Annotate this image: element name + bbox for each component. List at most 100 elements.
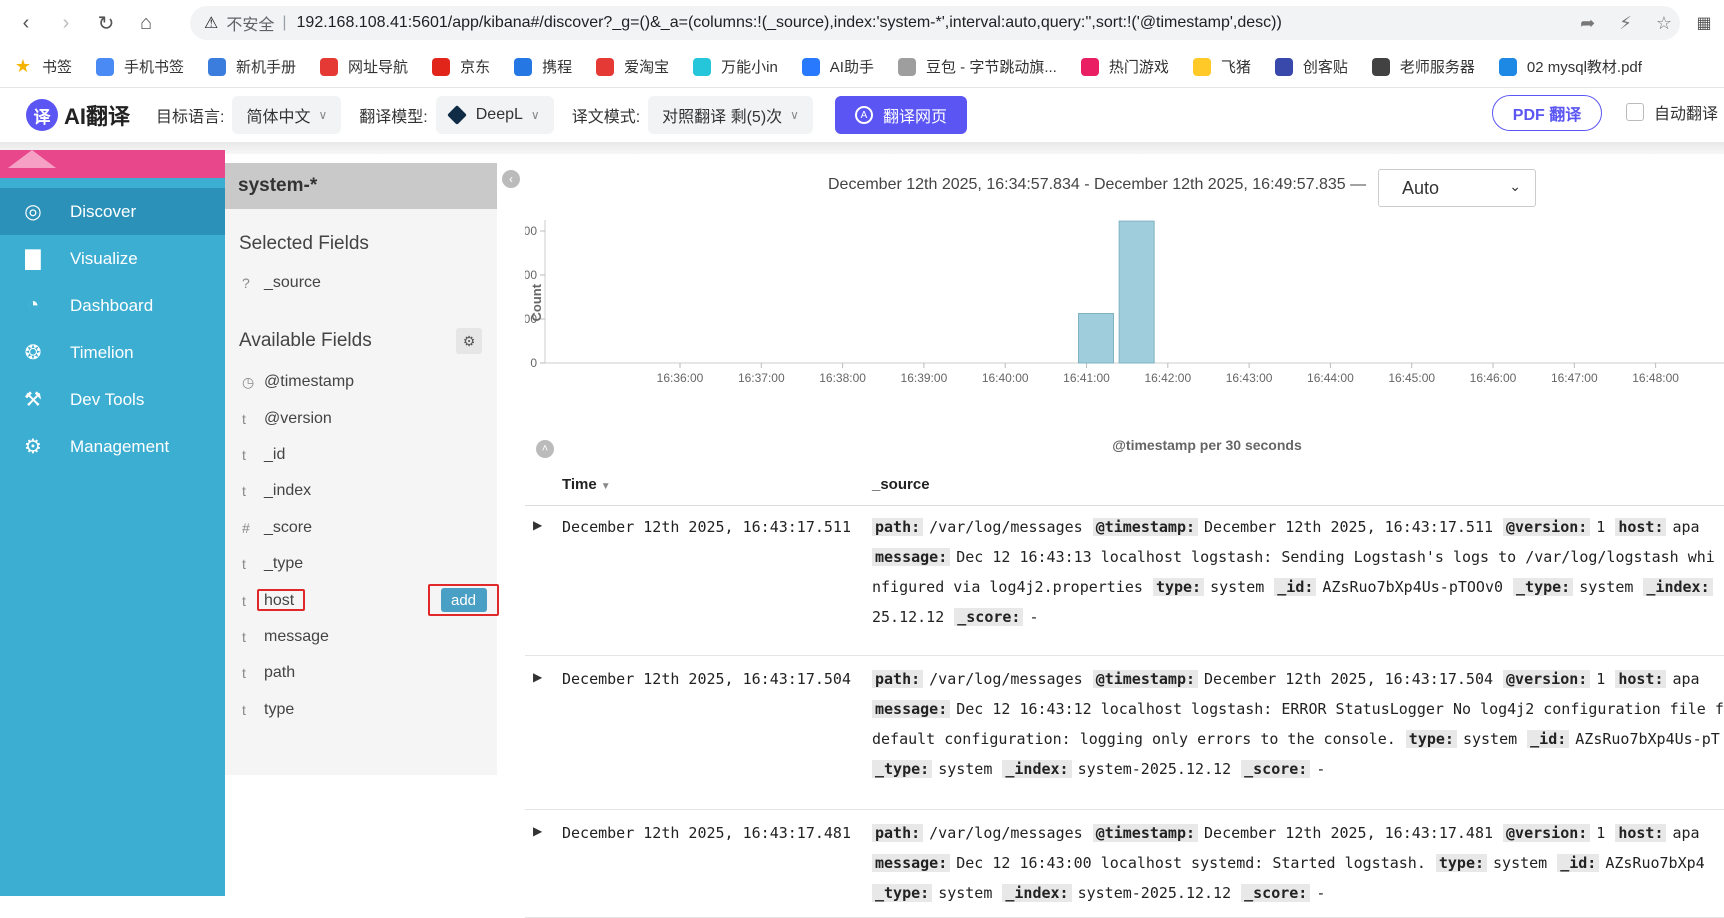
field-value: December 12th 2025, 16:43:17.511 [1204,518,1494,536]
address-bar[interactable]: ⚠ 不安全 | 192.168.108.41:5601/app/kibana#/… [190,6,1680,40]
field-item-id[interactable]: t _id [225,437,497,473]
pdf-translate-button[interactable]: PDF 翻译 [1492,95,1602,131]
histogram-bar[interactable] [1118,220,1155,364]
bookmark-item[interactable]: 爱淘宝 [596,56,669,77]
field-name: _id [264,445,286,463]
translator-logo: 译 AI翻译 [26,99,130,131]
x-tick-label: 16:45:00 [1388,371,1435,385]
field-item-source[interactable]: ? _source [225,263,497,303]
back-button[interactable]: ‹ [6,5,46,41]
bookmark-item[interactable]: 携程 [514,56,572,77]
expand-row-icon[interactable]: ▶ [533,824,542,838]
collapse-sidebar-icon[interactable]: ‹ [502,170,520,188]
bookmark-item[interactable]: 02 mysql教材.pdf [1498,56,1642,77]
forward-button[interactable]: › [46,5,86,41]
auto-translate-checkbox[interactable] [1626,103,1644,121]
histogram-bar[interactable] [1078,313,1114,364]
collapse-chart-icon[interactable]: ˄ [536,440,554,458]
nav-icon [320,57,339,76]
nav-item-dashboard[interactable]: ◔ Dashboard [0,282,225,329]
field-item-path[interactable]: t path [225,655,497,691]
expand-row-icon[interactable]: ▶ [533,518,542,532]
bookmark-item[interactable]: ★ 书签 [14,56,72,77]
model-select[interactable]: DeepL ∨ [435,96,554,134]
bookmark-label: 万能小in [721,59,778,76]
star-icon[interactable]: ☆ [1656,13,1672,34]
bookmark-item[interactable]: 飞猪 [1192,56,1251,77]
field-item-host[interactable]: t host add [225,582,499,618]
doc-table-row[interactable]: ▶ December 12th 2025, 16:43:17.504 path: /v… [525,664,1724,810]
bookmark-item[interactable]: 万能小in [693,56,778,77]
doc-time: December 12th 2025, 16:43:17.504 [562,670,851,688]
bookmark-item[interactable]: 豆包 - 字节跳动旗... [897,56,1057,77]
field-value: AZsRuo7bXp4 [1605,854,1705,872]
x-tick-label: 16:48:00 [1632,371,1679,385]
bookmark-item[interactable]: 手机书签 [96,56,184,77]
bookmark-item[interactable]: 网址导航 [320,56,408,77]
doc-table-header: Time ▼ _source [525,470,1724,506]
mode-select[interactable]: 对照翻译 剩(5)次 ∨ [648,96,813,134]
bookmark-item[interactable]: 老师服务器 [1371,56,1475,77]
nav-item-label: Discover [70,201,137,221]
field-item-type[interactable]: t _type [225,546,497,582]
field-key: _id: [1527,730,1570,748]
field-type-icon: ◷ [242,373,255,390]
nav-item-discover[interactable]: ◎ Discover [0,188,225,235]
field-value: 25.12.12 [872,608,945,626]
doc-table-row[interactable]: ▶ December 12th 2025, 16:43:17.481 path: /v… [525,818,1724,918]
time-column-header[interactable]: Time ▼ [562,476,611,493]
bookmark-label: 网址导航 [348,59,409,76]
home-button[interactable]: ⌂ [126,5,166,41]
x-tick-label: 16:44:00 [1307,371,1354,385]
bookmark-item[interactable]: 创客贴 [1274,56,1348,77]
field-key: _id: [1274,578,1317,596]
x-tick-label: 16:36:00 [657,371,704,385]
field-key: path: [872,824,924,842]
lightning-icon[interactable]: ⚡ [1619,13,1632,34]
expand-row-icon[interactable]: ▶ [533,670,542,684]
nav-item-management[interactable]: ⚙ Management [0,423,225,470]
field-value: apa [1672,824,1700,842]
kibana-logo[interactable] [0,150,225,178]
nav-item-timelion[interactable]: ❂ Timelion [0,329,225,376]
field-item-message[interactable]: t message [225,619,497,655]
bookmark-item[interactable]: AI助手 [801,56,874,77]
interval-select[interactable]: Auto ⌄ [1378,169,1536,207]
index-pattern-selector[interactable]: system-* [225,163,497,209]
auto-translate-toggle[interactable]: 自动翻译 [1626,100,1718,124]
y-tick-label: 4,000 [525,268,537,282]
source-line: _type: system _index: system-2025.12.12 _sco… [872,878,1724,908]
translate-page-button[interactable]: A 翻译网页 [834,96,967,134]
nav-item-dev-tools[interactable]: ⚒ Dev Tools [0,376,225,423]
ai-icon [801,57,820,76]
reload-button[interactable]: ↻ [86,5,126,41]
sort-desc-icon[interactable]: ▼ [601,481,611,492]
field-item-timestamp[interactable]: ◷ @timestamp [225,364,497,400]
field-item-index[interactable]: t _index [225,473,497,509]
target-lang-value: 简体中文 [246,109,311,126]
histogram-chart[interactable]: 02,0004,0006,000Count16:36:0016:37:0016:… [525,220,1724,460]
selected-fields-heading: Selected Fields [239,233,369,254]
field-item-score[interactable]: # _score [225,510,497,546]
target-lang-select[interactable]: 简体中文 ∨ [232,96,342,134]
bookmark-item[interactable]: 京东 [432,56,490,77]
bookmark-label: 京东 [460,59,491,76]
field-key: @timestamp: [1092,824,1199,842]
bookmark-item[interactable]: 新机手册 [208,56,296,77]
extensions-icon[interactable]: ▦ [1684,0,1724,46]
bookmark-item[interactable]: 热门游戏 [1080,56,1169,77]
phone-icon [96,57,115,76]
field-key: message: [872,700,951,718]
doc-table-row[interactable]: ▶ December 12th 2025, 16:43:17.511 path: /v… [525,512,1724,656]
field-item-type[interactable]: t type [225,692,497,728]
field-filter-gear-icon[interactable]: ⚙ [456,328,482,354]
y-tick-label: 0 [530,356,537,370]
field-value: December 12th 2025, 16:43:17.504 [1204,670,1494,688]
field-value: Dec 12 16:43:00 localhost systemd: Start… [956,854,1426,872]
field-item-version[interactable]: t @version [225,400,497,436]
share-icon[interactable]: ➦ [1580,13,1595,34]
url-text[interactable]: 192.168.108.41:5601/app/kibana#/discover… [297,14,1282,32]
doc-time: December 12th 2025, 16:43:17.511 [562,518,851,536]
add-field-button[interactable]: add [440,588,487,613]
nav-item-visualize[interactable]: ▇ Visualize [0,235,225,282]
